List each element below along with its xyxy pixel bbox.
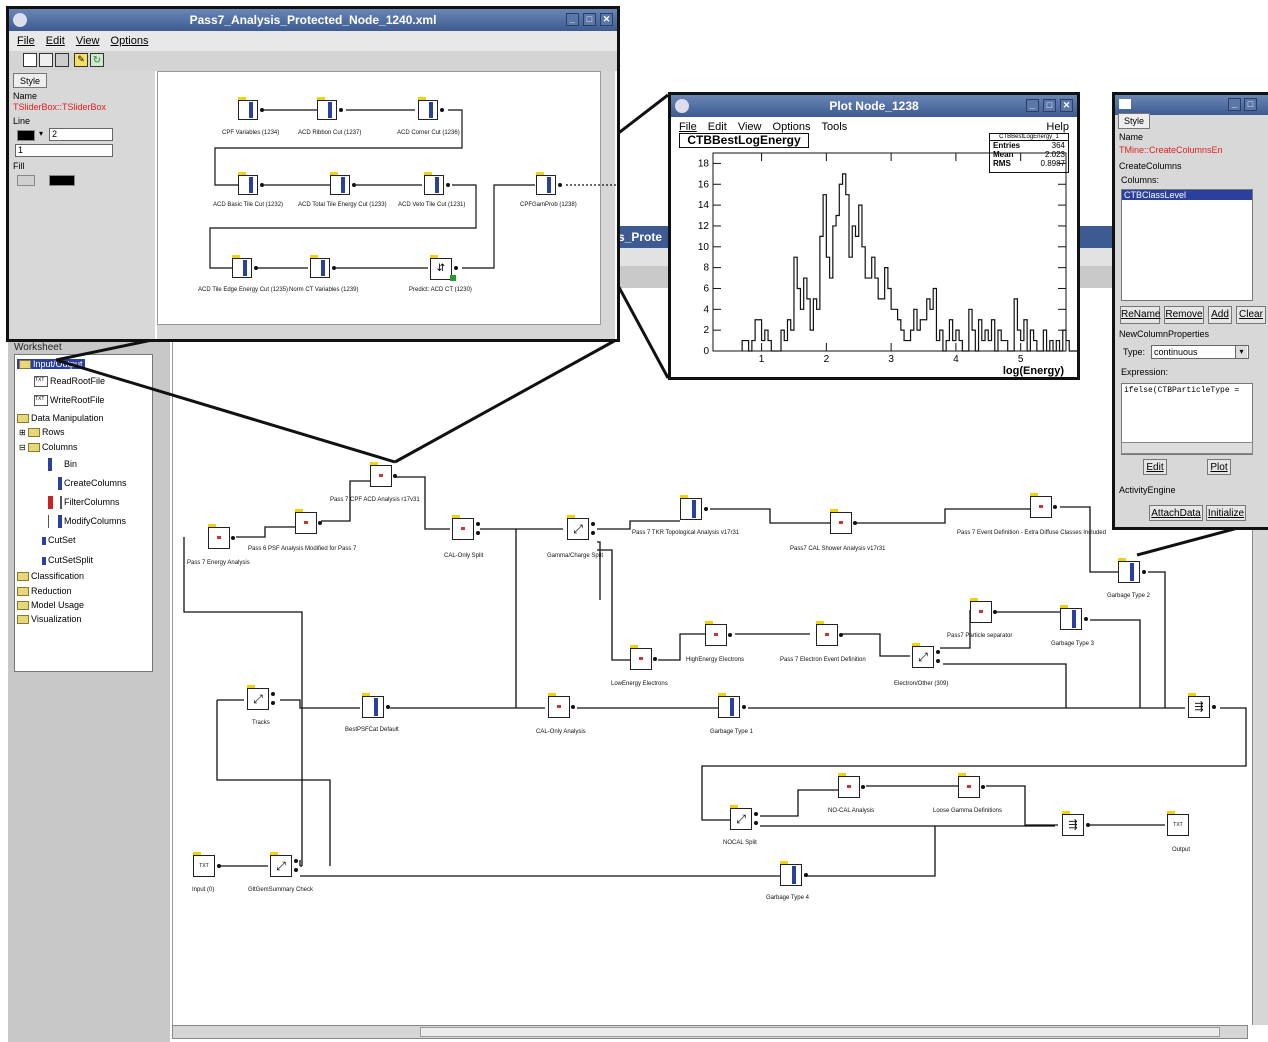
node-port: [254, 266, 258, 270]
node-bar: [341, 177, 345, 193]
x-tick-label: 5: [1018, 354, 1024, 365]
node-box: [317, 100, 337, 120]
xml-label-acd-basic-tile: ACD Basic Tile Cut (1232): [213, 202, 284, 208]
histogram-plot: 0246810121416181 2 3 4 5log(Energy): [698, 152, 1077, 377]
plot-button[interactable]: Plot: [1207, 459, 1231, 475]
type-label: Type:: [1123, 347, 1146, 357]
activity-engine-label: ActivityEngine: [1119, 485, 1176, 495]
node-box: [310, 258, 330, 278]
node-port: [440, 108, 444, 112]
xml-node-acd-ribbon[interactable]: [317, 97, 345, 124]
xml-node-predict-acd-ct[interactable]: ⇵: [430, 255, 460, 284]
columns-list[interactable]: CTBClassLevel: [1121, 189, 1253, 301]
node-port: [339, 108, 343, 112]
xml-label-cpf-variables: CPF Variables (1234): [222, 130, 280, 136]
minimize-icon[interactable]: _: [1228, 98, 1241, 111]
node-port: [446, 183, 450, 187]
node-bar: [249, 177, 253, 193]
xml-node-acd-corner[interactable]: [418, 97, 446, 124]
status-indicator: [450, 275, 456, 281]
app-icon: [1119, 99, 1131, 109]
y-tick-label: 14: [698, 200, 710, 211]
xml-node-acd-tile-edge[interactable]: [232, 255, 260, 282]
name-value: TMine::CreateColumnsEn: [1119, 145, 1223, 155]
x-tick-label: 2: [824, 354, 830, 365]
x-tick-label: 4: [953, 354, 959, 365]
xml-label-norm-ct: Norm CT Variables (1239): [289, 287, 359, 293]
node-box: [330, 175, 350, 195]
xml-label-acd-corner: ACD Corner Cut (1236): [397, 130, 460, 136]
xml-node-cpf-variables[interactable]: [238, 97, 266, 124]
node-port: [454, 266, 458, 270]
x-axis-label: log(Energy): [1003, 365, 1064, 377]
maximize-icon[interactable]: □: [1244, 98, 1257, 111]
y-tick-label: 8: [703, 263, 709, 274]
node-port: [352, 183, 356, 187]
node-box: [238, 100, 258, 120]
y-tick-label: 16: [698, 179, 710, 190]
node-bar: [321, 260, 325, 276]
initialize-button[interactable]: Initialize: [1206, 505, 1246, 521]
y-tick-label: 12: [698, 221, 710, 232]
expression-hscroll[interactable]: [1121, 442, 1253, 454]
xml-label-acd-veto-tile: ACD Veto Tile Cut (1231): [398, 202, 466, 208]
node-port: [558, 183, 562, 187]
xml-node-norm-ct[interactable]: [310, 255, 338, 282]
new-column-properties-label: NewColumnProperties: [1119, 329, 1210, 339]
expression-label: Expression:: [1121, 367, 1169, 377]
attach-data-button[interactable]: AttachData: [1149, 505, 1203, 521]
x-tick-label: 1: [759, 354, 765, 365]
create-columns-titlebar[interactable]: _ □: [1115, 95, 1268, 115]
xml-node-acd-total-tile[interactable]: [330, 172, 358, 199]
node-bar: [429, 102, 433, 118]
node-bar: [243, 260, 247, 276]
node-box: [424, 175, 444, 195]
name-label: Name: [1119, 132, 1144, 142]
xml-label-acd-ribbon: ACD Ribbon Cut (1237): [298, 130, 362, 136]
add-button[interactable]: Add: [1208, 306, 1232, 324]
rename-button[interactable]: ReName: [1120, 306, 1160, 324]
y-tick-label: 6: [703, 283, 709, 294]
y-tick-label: 10: [698, 242, 710, 253]
node-box: [536, 175, 556, 195]
plot-window: Plot Node_1238 _ □ ✕ File Edit View Opti…: [668, 92, 1080, 380]
node-box: [418, 100, 438, 120]
node-box: ⇵: [430, 258, 452, 280]
edit-button[interactable]: Edit: [1143, 459, 1167, 475]
xml-node-acd-veto-tile[interactable]: [424, 172, 452, 199]
remove-button[interactable]: Remove: [1164, 306, 1204, 324]
expression-value: ifelse(CTBParticleType =: [1124, 386, 1240, 395]
xml-label-acd-total-tile: ACD Total Tile Energy Cut (1233): [298, 202, 387, 208]
xml-label-cpfgamprob: CPFGamProb (1238): [520, 202, 577, 208]
xml-node-cpfgamprob[interactable]: [536, 172, 564, 199]
y-tick-label: 4: [703, 304, 709, 315]
node-port: [260, 183, 264, 187]
node-bar: [547, 177, 551, 193]
clear-button[interactable]: Clear: [1236, 306, 1266, 324]
y-tick-label: 18: [698, 158, 710, 169]
node-bar: [435, 177, 439, 193]
column-item-ctbclasslevel[interactable]: CTBClassLevel: [1122, 190, 1252, 200]
node-box: [232, 258, 252, 278]
chevron-down-icon[interactable]: ▾: [1235, 346, 1247, 358]
create-columns-label: CreateColumns: [1119, 161, 1182, 171]
xml-label-acd-tile-edge: ACD Tile Edge Energy Cut (1235): [198, 287, 289, 293]
type-select[interactable]: continuous ▾: [1151, 345, 1249, 359]
y-tick-label: 0: [703, 346, 709, 357]
type-value: continuous: [1154, 347, 1198, 357]
node-bar: [328, 102, 332, 118]
y-tick-label: 2: [703, 325, 709, 336]
histogram-series: [741, 173, 1077, 352]
style-tab[interactable]: Style: [1118, 113, 1150, 129]
node-port: [260, 108, 264, 112]
columns-label: Columns:: [1121, 175, 1160, 185]
node-box: [238, 175, 258, 195]
xml-label-predict-acd-ct: Predict: ACD CT (1230): [409, 287, 472, 293]
plot-frame: [712, 152, 1067, 352]
xml-node-acd-basic-tile[interactable]: [238, 172, 266, 199]
create-columns-window: _ □ Style Name TMine::CreateColumnsEn Cr…: [1112, 92, 1268, 530]
x-tick-label: 3: [888, 354, 894, 365]
node-bar: [249, 102, 253, 118]
node-port: [332, 266, 336, 270]
